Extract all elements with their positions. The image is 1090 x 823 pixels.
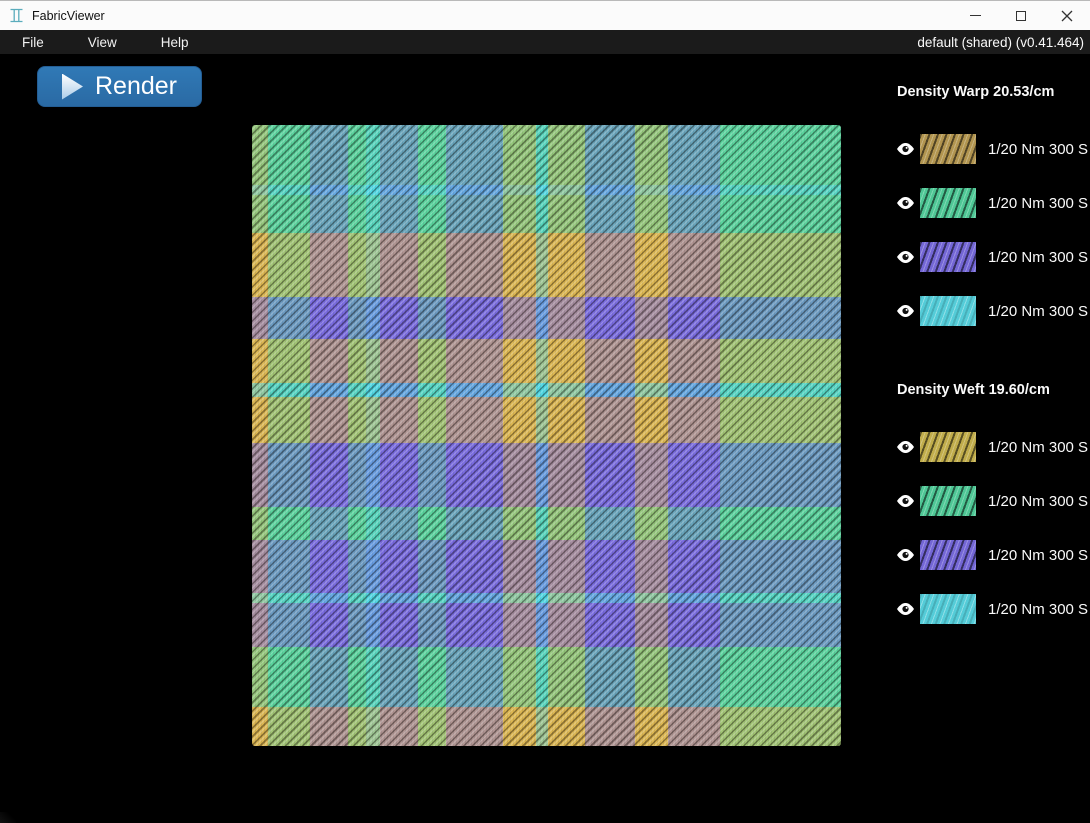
visibility-eye-icon[interactable] bbox=[897, 251, 914, 263]
visibility-eye-icon[interactable] bbox=[897, 197, 914, 209]
warp-yarn-row-3: 1/20 Nm 300 S bbox=[897, 242, 1087, 272]
play-icon bbox=[62, 74, 83, 100]
visibility-eye-icon[interactable] bbox=[897, 441, 914, 453]
warp-yarn-row-1: 1/20 Nm 300 S bbox=[897, 134, 1087, 164]
minimize-button[interactable] bbox=[952, 1, 998, 30]
render-button[interactable]: Render bbox=[37, 66, 202, 107]
fabricviewer-logo-icon bbox=[9, 8, 24, 23]
yarn-label: 1/20 Nm 300 S bbox=[988, 249, 1088, 266]
minimize-icon bbox=[970, 15, 981, 16]
yarn-swatch[interactable] bbox=[920, 540, 976, 570]
maximize-button[interactable] bbox=[998, 1, 1044, 30]
yarn-swatch[interactable] bbox=[920, 594, 976, 624]
yarn-swatch[interactable] bbox=[920, 486, 976, 516]
titlebar: FabricViewer bbox=[0, 0, 1090, 30]
visibility-eye-icon[interactable] bbox=[897, 143, 914, 155]
weft-yarn-row-1: 1/20 Nm 300 S bbox=[897, 432, 1087, 462]
menubar: File View Help default (shared) (v0.41.4… bbox=[0, 30, 1090, 54]
yarn-label: 1/20 Nm 300 S bbox=[988, 547, 1088, 564]
yarn-label: 1/20 Nm 300 S bbox=[988, 493, 1088, 510]
window-controls bbox=[952, 1, 1090, 30]
yarn-label: 1/20 Nm 300 S bbox=[988, 601, 1088, 618]
weft-yarn-row-2: 1/20 Nm 300 S bbox=[897, 486, 1087, 516]
close-icon bbox=[1061, 10, 1073, 22]
warp-yarn-row-2: 1/20 Nm 300 S bbox=[897, 188, 1087, 218]
corner-artifact bbox=[0, 812, 16, 823]
weft-yarn-row-3: 1/20 Nm 300 S bbox=[897, 540, 1087, 570]
weft-yarn-row-4: 1/20 Nm 300 S bbox=[897, 594, 1087, 624]
menu-view[interactable]: View bbox=[86, 35, 119, 50]
menu-file[interactable]: File bbox=[20, 35, 46, 50]
density-weft-header: Density Weft 19.60/cm bbox=[897, 382, 1050, 398]
yarn-label: 1/20 Nm 300 S bbox=[988, 141, 1088, 158]
yarn-swatch[interactable] bbox=[920, 134, 976, 164]
visibility-eye-icon[interactable] bbox=[897, 603, 914, 615]
yarn-label: 1/20 Nm 300 S bbox=[988, 439, 1088, 456]
close-button[interactable] bbox=[1044, 1, 1090, 30]
menu-help[interactable]: Help bbox=[159, 35, 191, 50]
visibility-eye-icon[interactable] bbox=[897, 495, 914, 507]
yarn-swatch[interactable] bbox=[920, 432, 976, 462]
yarn-label: 1/20 Nm 300 S bbox=[988, 303, 1088, 320]
window-title: FabricViewer bbox=[32, 9, 105, 23]
yarn-swatch[interactable] bbox=[920, 242, 976, 272]
fabric-preview[interactable] bbox=[252, 125, 841, 746]
yarn-swatch[interactable] bbox=[920, 188, 976, 218]
profile-version-label: default (shared) (v0.41.464) bbox=[917, 35, 1084, 50]
visibility-eye-icon[interactable] bbox=[897, 305, 914, 317]
yarn-label: 1/20 Nm 300 S bbox=[988, 195, 1088, 212]
visibility-eye-icon[interactable] bbox=[897, 549, 914, 561]
render-label: Render bbox=[95, 74, 177, 99]
yarn-swatch[interactable] bbox=[920, 296, 976, 326]
warp-yarn-row-4: 1/20 Nm 300 S bbox=[897, 296, 1087, 326]
maximize-icon bbox=[1016, 11, 1026, 21]
density-warp-header: Density Warp 20.53/cm bbox=[897, 84, 1054, 100]
